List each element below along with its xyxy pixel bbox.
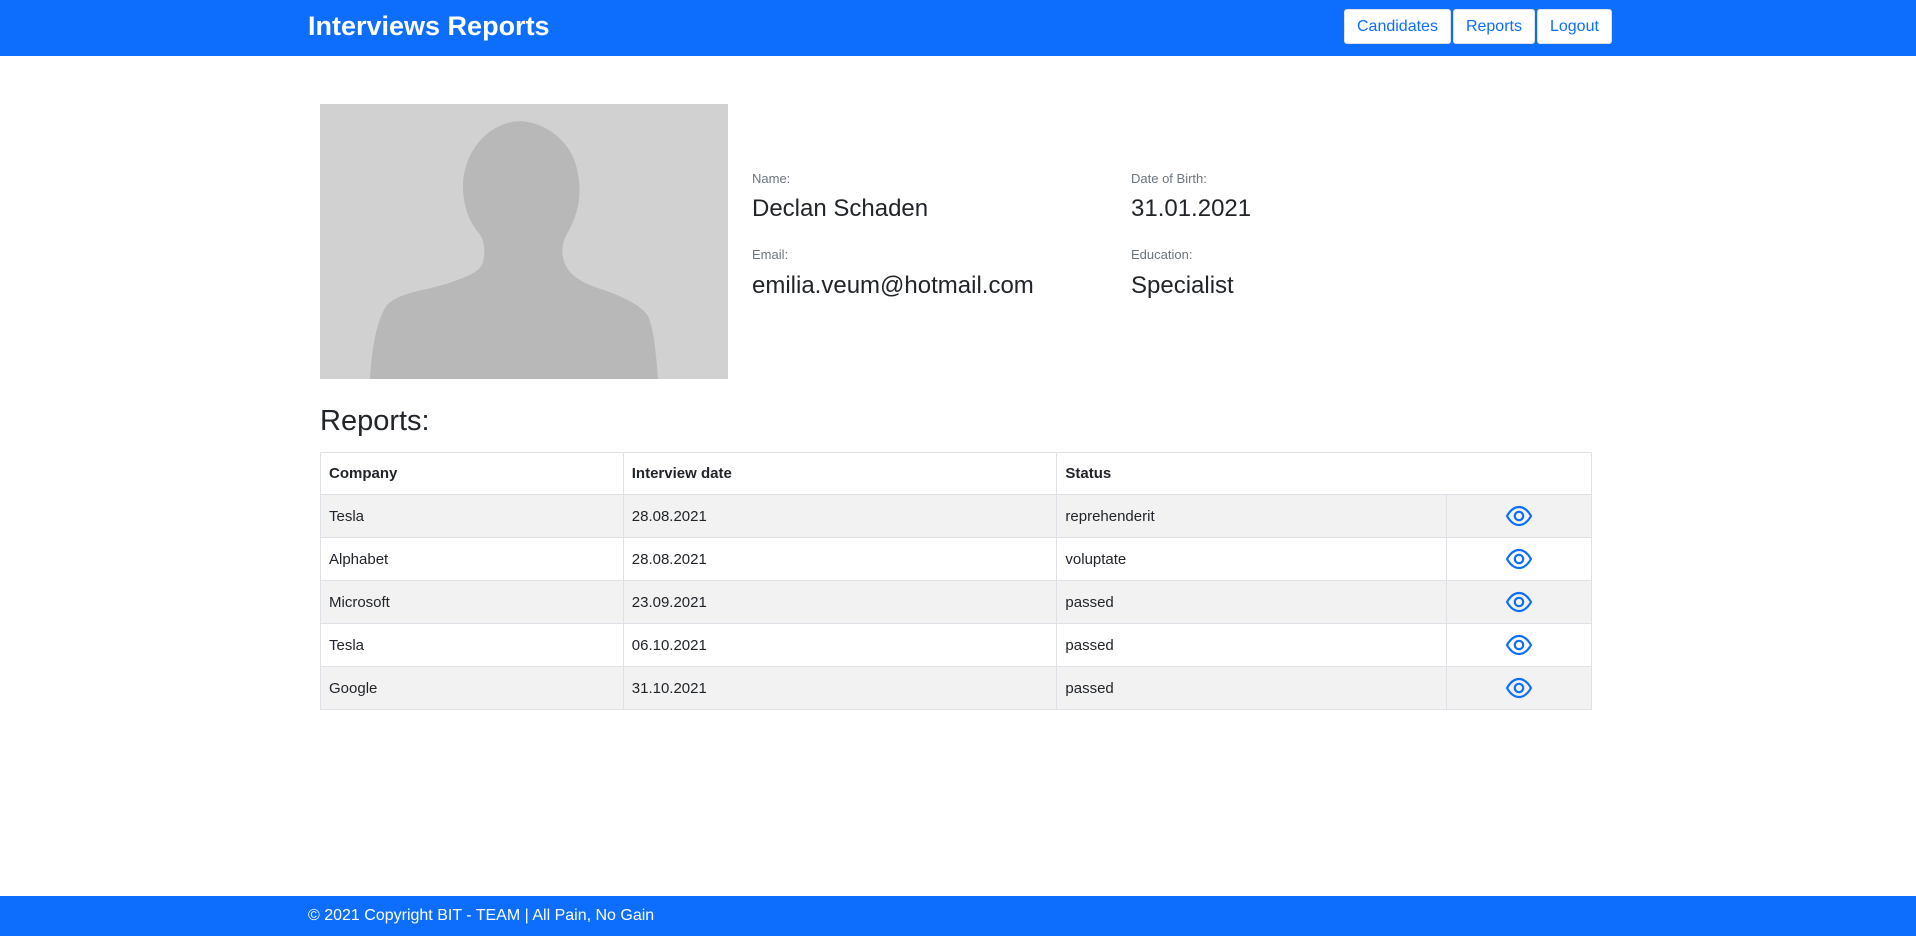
table-row: Alphabet 28.08.2021 voluptate — [320, 537, 1592, 581]
cell-company: Google — [320, 666, 624, 710]
person-silhouette-icon — [370, 121, 658, 379]
table-row: Microsoft 23.09.2021 passed — [320, 580, 1592, 624]
eye-icon[interactable] — [1505, 590, 1533, 614]
cell-status: passed — [1056, 666, 1448, 710]
eye-icon[interactable] — [1505, 676, 1533, 700]
cell-interview-date: 06.10.2021 — [622, 623, 1058, 667]
eye-icon[interactable] — [1505, 547, 1533, 571]
email-label: Email: — [752, 247, 789, 262]
footer: © 2021 Copyright BIT - TEAM | All Pain, … — [0, 896, 1916, 936]
cell-interview-date: 31.10.2021 — [622, 666, 1058, 710]
cell-company: Microsoft — [320, 580, 624, 624]
nav-candidates-button[interactable]: Candidates — [1344, 9, 1451, 44]
nav-reports-button[interactable]: Reports — [1452, 9, 1535, 44]
cell-company: Tesla — [320, 494, 624, 538]
candidate-education: Specialist — [1131, 272, 1234, 299]
cell-company: Tesla — [320, 623, 624, 667]
cell-status: voluptate — [1056, 537, 1448, 581]
app-title[interactable]: Interviews Reports — [308, 9, 550, 43]
table-row: Tesla 06.10.2021 passed — [320, 623, 1592, 667]
footer-copyright: © 2021 Copyright BIT - TEAM | All Pain, … — [308, 907, 655, 924]
cell-interview-date: 23.09.2021 — [622, 580, 1058, 624]
candidate-dob: 31.01.2021 — [1131, 195, 1252, 222]
reports-heading: Reports: — [320, 405, 430, 437]
nav-buttons: Candidates Reports Logout — [1344, 9, 1612, 44]
education-label: Education: — [1131, 247, 1193, 262]
cell-action — [1446, 537, 1592, 581]
candidate-email: emilia.veum@hotmail.com — [752, 272, 1034, 299]
dob-label: Date of Birth: — [1131, 171, 1207, 186]
eye-icon[interactable] — [1505, 504, 1533, 528]
name-label: Name: — [752, 171, 791, 186]
nav-logout-button[interactable]: Logout — [1536, 9, 1612, 44]
column-header-interview-date: Interview date — [622, 452, 1058, 495]
cell-interview-date: 28.08.2021 — [622, 494, 1058, 538]
candidate-photo — [320, 104, 728, 379]
cell-status: passed — [1056, 623, 1448, 667]
cell-action — [1446, 580, 1592, 624]
cell-action — [1446, 666, 1592, 710]
cell-action — [1446, 494, 1592, 538]
cell-status: passed — [1056, 580, 1448, 624]
navbar: Interviews Reports Candidates Reports Lo… — [0, 0, 1916, 56]
table-row: Tesla 28.08.2021 reprehenderit — [320, 494, 1592, 538]
cell-status: reprehenderit — [1056, 494, 1448, 538]
column-header-company: Company — [320, 452, 624, 495]
cell-interview-date: 28.08.2021 — [622, 537, 1058, 581]
cell-action — [1446, 623, 1592, 667]
column-header-status: Status — [1056, 452, 1592, 495]
candidate-name: Declan Schaden — [752, 195, 929, 222]
table-row: Google 31.10.2021 passed — [320, 666, 1592, 710]
cell-company: Alphabet — [320, 537, 624, 581]
reports-table: Company Interview date Status Tesla 28.0… — [320, 452, 1592, 710]
eye-icon[interactable] — [1505, 633, 1533, 657]
table-header-row: Company Interview date Status — [320, 452, 1592, 495]
